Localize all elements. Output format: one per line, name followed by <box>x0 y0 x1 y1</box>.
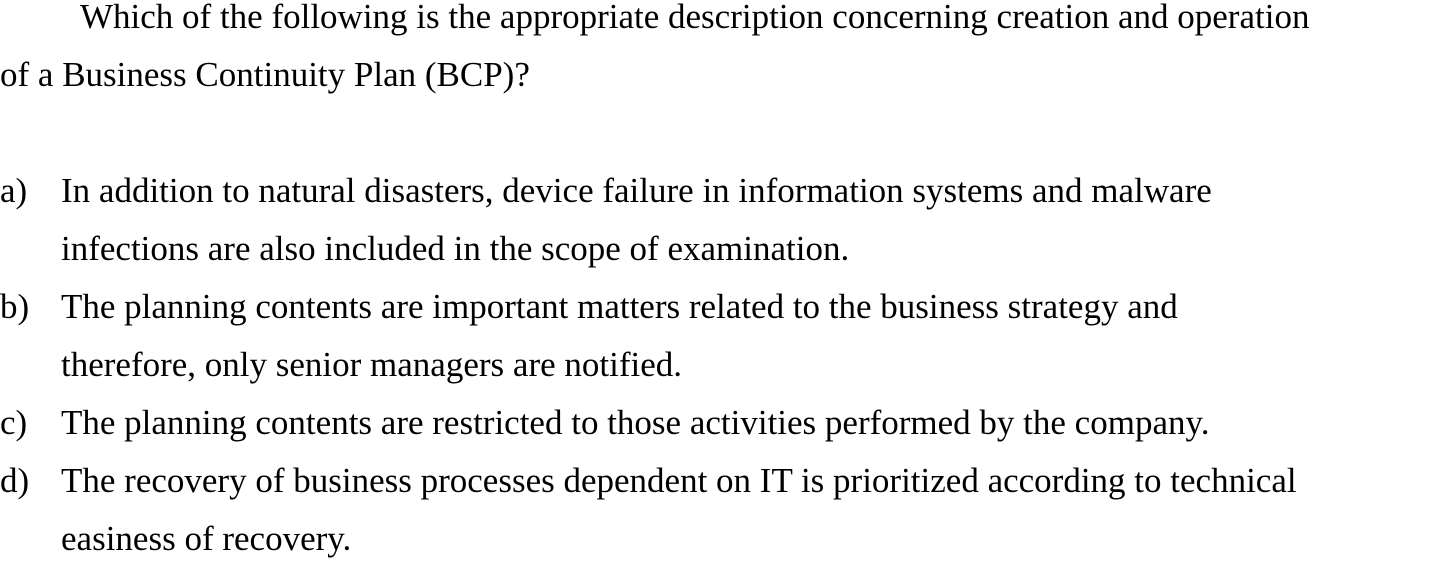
option-letter: a) <box>0 171 28 210</box>
option-c: c) The planning contents are restricted … <box>0 394 1440 452</box>
option-line: infections are also included in the scop… <box>61 229 850 268</box>
option-a: a) In addition to natural disasters, dev… <box>0 162 1440 278</box>
option-letter: c) <box>0 403 28 442</box>
option-b: b) The planning contents are important m… <box>0 278 1440 394</box>
document: Which of the following is the appropriat… <box>0 0 1440 568</box>
option-d: d) The recovery of business processes de… <box>0 452 1440 568</box>
answer-options: a) In addition to natural disasters, dev… <box>0 162 1440 568</box>
question-text: Which of the following is the appropriat… <box>0 0 1440 104</box>
option-line: The recovery of business processes depen… <box>61 461 1297 500</box>
option-line: easiness of recovery. <box>61 519 352 558</box>
option-letter: b) <box>0 287 30 326</box>
option-line: The planning contents are restricted to … <box>61 403 1210 442</box>
question-line: Which of the following is the appropriat… <box>80 0 1310 36</box>
option-line: The planning contents are important matt… <box>61 287 1178 326</box>
option-line: In addition to natural disasters, device… <box>61 171 1212 210</box>
question-line: of a Business Continuity Plan (BCP)? <box>0 55 530 94</box>
option-line: therefore, only senior managers are noti… <box>61 345 682 384</box>
option-letter: d) <box>0 461 30 500</box>
